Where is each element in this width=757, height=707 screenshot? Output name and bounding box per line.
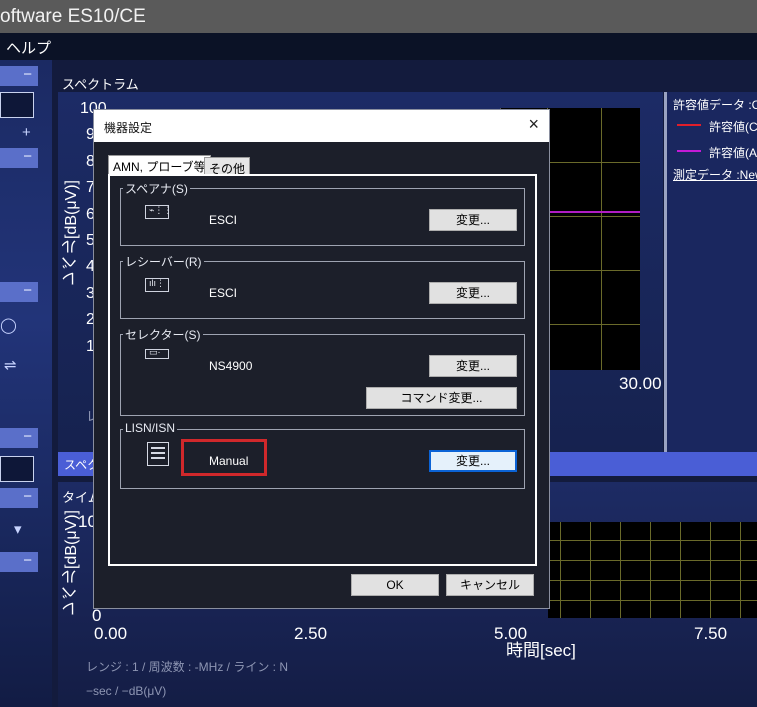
limit2-swatch [677,150,701,152]
spectrum-y-label: レベル[dB(μV)] [63,180,80,288]
selector-command-button[interactable]: コマンド変更... [366,387,517,409]
left-panel: − + − − ◯ ⇌ − − ▾ − [0,60,52,707]
limit-data-label: 許容値データ :CI [673,98,757,112]
dialog-title: 機器設定 [104,121,153,135]
selector-icon: ▭· [145,347,169,359]
lisn-icon [147,442,169,466]
group-label: スペアナ(S) [123,180,190,197]
time-y-tick-bottom: 0 [92,606,102,625]
left-section-bar-4[interactable]: − [0,428,38,448]
grid-line [740,522,741,618]
specana-device: ESCI [209,213,238,227]
group-selector: セレクター(S) ▭· NS4900 変更... コマンド変更... [120,326,525,416]
time-plot [548,522,757,618]
icon-stroke [151,457,165,459]
time-x-label: 時間[sec] [506,641,576,660]
tab-panel: スペアナ(S) ⌁⋮⋮ ESCI 変更... レシーバー(R) ılı⋮ ESC… [108,174,537,566]
ok-button[interactable]: OK [351,574,439,596]
collapse-icon[interactable]: − [23,282,32,299]
time-x-tick: 2.50 [294,624,328,643]
collapse-icon[interactable]: − [23,66,32,83]
collapse-icon[interactable]: − [23,488,32,505]
selector-device: NS4900 [209,359,253,373]
collapse-icon[interactable]: − [23,148,32,165]
time-x-tick: 0.00 [94,624,128,643]
time-x-tick: 7.50 [694,624,728,643]
lisn-change-button[interactable]: 変更... [429,450,517,472]
waveform-icon[interactable]: ⇌ [4,356,17,374]
time-footer-info: レンジ : 1 / 周波数 : -MHz / ライン : N [86,660,289,674]
grid-line [548,540,757,541]
circle-icon[interactable]: ◯ [0,316,17,334]
legend-panel: 許容値データ :CI 許容値(C 許容値(A 測定データ :New [664,92,757,452]
collapse-icon[interactable]: − [23,428,32,445]
menu-help[interactable]: ヘルプ [6,37,51,58]
grid-line [548,580,757,581]
close-icon[interactable]: × [528,114,539,135]
menu-bar: ヘルプ [0,33,757,60]
grid-line [590,522,591,618]
add-icon[interactable]: + [22,124,31,141]
grid-line [710,522,711,618]
analyzer-icon: ⌁⋮⋮ [145,205,172,219]
collapse-icon[interactable]: − [23,552,32,569]
grid-line [548,560,757,561]
left-section-bar-5[interactable]: − [0,488,38,508]
tab-amn-probe[interactable]: AMN, プローブ等 [108,155,211,174]
left-section-bar-6[interactable]: − [0,552,38,572]
specana-change-button[interactable]: 変更... [429,209,517,231]
group-label: レシーバー(R) [123,253,204,270]
title-bar: oftware ES10/CE [0,0,757,33]
dropdown-arrow-icon[interactable]: ▾ [14,520,22,538]
receiver-icon: ılı⋮ [145,278,169,292]
time-units: −sec / −dB(μV) [86,684,167,698]
grid-line [548,600,757,601]
measured-data-label[interactable]: 測定データ :New [673,166,757,183]
icon-stroke [151,447,165,449]
tab-other[interactable]: その他 [204,157,251,176]
group-label: LISN/ISN [123,421,178,435]
cancel-button[interactable]: キャンセル [446,574,534,596]
left-section-bar-2[interactable]: − [0,148,38,168]
grid-line [620,522,621,618]
window-title: oftware ES10/CE [0,6,146,27]
grid-line [560,522,561,618]
device-settings-dialog: 機器設定 × AMN, プローブ等 その他 スペアナ(S) ⌁⋮⋮ ESCI 変… [93,109,550,609]
left-input-2[interactable] [0,456,34,482]
highlight-box [181,439,267,476]
icon-stroke [151,452,165,454]
grid-line [601,108,602,370]
group-receiver: レシーバー(R) ılı⋮ ESCI 変更... [120,253,525,319]
limit2-label: 許容値(A [709,146,757,160]
grid-line [650,522,651,618]
spectrum-header: スペクトラム [62,77,139,92]
limit1-swatch [677,124,701,126]
group-specana: スペアナ(S) ⌁⋮⋮ ESCI 変更... [120,180,525,246]
dialog-title-bar: 機器設定 × [94,110,549,142]
left-section-bar-3[interactable]: − [0,282,38,302]
selector-change-button[interactable]: 変更... [429,355,517,377]
grid-line [680,522,681,618]
spectrum-x-end-tick: 30.00 [619,374,662,393]
left-input-1[interactable] [0,92,34,118]
group-label: セレクター(S) [123,326,203,343]
left-section-bar-1[interactable]: − [0,66,38,86]
receiver-device: ESCI [209,286,238,300]
limit1-label: 許容値(C [709,120,757,134]
receiver-change-button[interactable]: 変更... [429,282,517,304]
